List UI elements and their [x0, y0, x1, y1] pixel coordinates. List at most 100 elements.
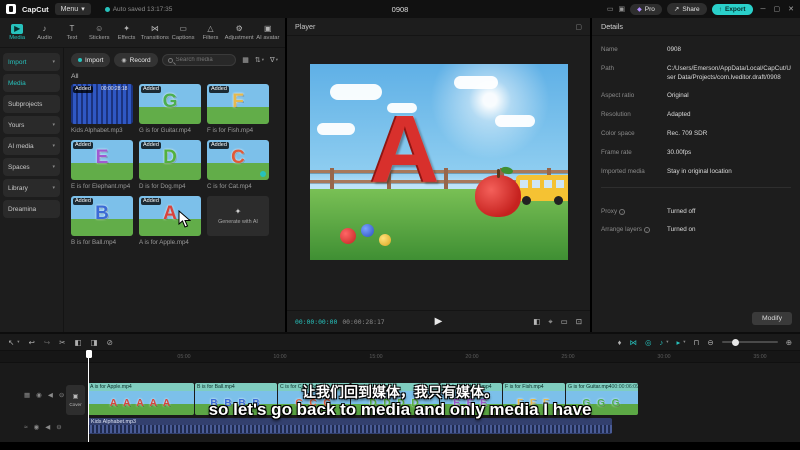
- import-dot-icon: [78, 58, 82, 62]
- cloud: [453, 75, 498, 89]
- tab-audio[interactable]: ♪ Audio: [31, 24, 57, 41]
- hide-track-icon[interactable]: ◉: [34, 423, 40, 431]
- media-item-kids-alphabet[interactable]: Added 00:00:28:18 Kids Alphabet.mp3: [71, 84, 133, 134]
- media-item-f-fish[interactable]: Added F F is for Fish.mp4: [207, 84, 269, 134]
- media-item-b-ball[interactable]: Added B B is for Ball.mp4: [71, 196, 133, 246]
- trim-left-icon[interactable]: ◧: [74, 338, 81, 347]
- search-input[interactable]: [175, 57, 231, 63]
- zoom-in-icon[interactable]: ⊕: [786, 338, 792, 347]
- video-options-icon[interactable]: ▸: [677, 338, 681, 347]
- info-icon[interactable]: i: [619, 208, 626, 215]
- video-preview[interactable]: A: [309, 64, 568, 261]
- tab-captions[interactable]: ▭ Captions: [170, 24, 196, 41]
- mute-track-icon[interactable]: ◀: [45, 423, 50, 431]
- tab-text[interactable]: T Text: [59, 24, 85, 41]
- chevron-down-icon[interactable]: ▾: [683, 339, 685, 345]
- preview-axis-icon[interactable]: ⋈: [629, 338, 637, 347]
- link-clips-icon[interactable]: ◎: [645, 338, 652, 347]
- sort-icon[interactable]: ⇅ ▾: [255, 56, 264, 64]
- undo-icon[interactable]: ↩: [29, 338, 35, 347]
- zoom-out-icon[interactable]: ⊖: [707, 338, 713, 347]
- record-icon: ◉: [121, 57, 127, 64]
- tab-media[interactable]: ▶ Media: [4, 24, 30, 41]
- minimize-button[interactable]: ─: [761, 6, 766, 13]
- autosave-text: Auto saved 13:17:35: [112, 5, 173, 13]
- cloud: [495, 114, 536, 127]
- import-button[interactable]: Import: [71, 53, 111, 67]
- record-button[interactable]: ◉ Record: [114, 53, 158, 67]
- share-icon: ↗: [673, 6, 680, 13]
- voiceover-mic-icon[interactable]: ♦: [618, 338, 622, 347]
- collapse-track-icon[interactable]: ⊖: [56, 423, 61, 431]
- video-thumbnail: Added F: [207, 84, 269, 124]
- redo-icon[interactable]: ↪: [44, 338, 50, 347]
- waveform-icon[interactable]: ≈: [24, 424, 28, 431]
- timeline-zoom-slider[interactable]: [721, 338, 778, 346]
- tracking-icon[interactable]: ⌖: [548, 317, 552, 327]
- media-item-d-dog[interactable]: Added D D is for Dog.mp4: [139, 140, 201, 190]
- delete-icon[interactable]: ⊘: [107, 338, 113, 347]
- tab-adjustment[interactable]: ⚙ Adjustment: [225, 24, 254, 41]
- panel-layout-icon[interactable]: ▣: [619, 5, 626, 13]
- sidebar-item-yours[interactable]: Yours ▾: [3, 116, 60, 134]
- added-badge: Added: [73, 86, 93, 93]
- filter-icon[interactable]: ∇ ▾: [270, 56, 278, 64]
- search-icon: [167, 57, 173, 63]
- search-box[interactable]: [161, 54, 237, 66]
- select-tool-icon[interactable]: ↖: [8, 338, 14, 347]
- chevron-down-icon[interactable]: ▾: [17, 339, 19, 345]
- ratio-icon[interactable]: ▭: [561, 317, 568, 327]
- detach-player-icon[interactable]: ▢: [575, 23, 582, 31]
- export-button[interactable]: ↑ Export: [711, 3, 753, 15]
- play-button[interactable]: ▶: [435, 316, 443, 327]
- menu-button[interactable]: Menu ▾: [54, 3, 91, 15]
- grid-view-icon[interactable]: ▦: [242, 56, 249, 64]
- pro-label: Pro: [644, 5, 655, 13]
- close-button[interactable]: ✕: [788, 5, 794, 13]
- section-label-all[interactable]: All: [71, 73, 278, 80]
- fullscreen-icon[interactable]: ⊡: [576, 317, 582, 327]
- trim-right-icon[interactable]: ◨: [91, 338, 98, 347]
- added-badge: Added: [141, 142, 161, 149]
- current-time: 00:00:00:00: [295, 317, 338, 326]
- pro-button[interactable]: ◆ Pro: [630, 3, 662, 15]
- generate-with-ai-tile[interactable]: ✦ Generate with AI: [207, 196, 269, 246]
- ai-avatar-icon: ▣: [264, 24, 272, 33]
- media-item-c-cat[interactable]: Added C C is for Cat.mp4: [207, 140, 269, 190]
- tab-filters[interactable]: △ Filters: [197, 24, 223, 41]
- titlebar: CapCut Menu ▾ Auto saved 13:17:35 0908 ▭…: [0, 0, 800, 18]
- maximize-button[interactable]: ▢: [774, 5, 781, 13]
- tab-transitions[interactable]: ⋈ Transitions: [141, 24, 169, 41]
- sidebar-item-spaces[interactable]: Spaces ▾: [3, 158, 60, 176]
- tab-stickers[interactable]: ☺ Stickers: [86, 24, 112, 41]
- subtitle-chinese: 让我们回到媒体，我只有媒体。: [302, 384, 498, 400]
- media-item-a-apple[interactable]: Added A A is for Apple.mp4: [139, 196, 201, 246]
- audio-clip-kids-alphabet[interactable]: Kids Alphabet.mp3: [88, 418, 612, 434]
- split-icon[interactable]: ✂: [59, 338, 65, 347]
- modify-button[interactable]: Modify: [751, 312, 792, 325]
- chevron-down-icon: ▾: [52, 59, 55, 65]
- timeline-ruler[interactable]: 05:00 10:00 15:00 20:00 25:00 30:00 35:0…: [0, 350, 800, 363]
- video-thumbnail: Added G: [139, 84, 201, 124]
- sidebar-item-subprojects[interactable]: Subprojects: [3, 95, 60, 113]
- sidebar-item-dreamina[interactable]: Dreamina: [3, 200, 60, 218]
- sidebar-item-media[interactable]: Media: [3, 74, 60, 92]
- audio-options-icon[interactable]: ♪: [660, 338, 664, 347]
- media-item-e-elephant[interactable]: Added E E is for Elephant.mp4: [71, 140, 133, 190]
- share-button[interactable]: ↗ Share: [666, 3, 707, 15]
- media-item-g-guitar[interactable]: Added G G is for Guitar.mp4: [139, 84, 201, 134]
- sidebar-item-library[interactable]: Library ▾: [3, 179, 60, 197]
- chevron-down-icon[interactable]: ▾: [666, 339, 668, 345]
- letter-a-3d: A: [370, 96, 440, 204]
- autosave-status: Auto saved 13:17:35: [104, 5, 173, 13]
- sidebar-item-import[interactable]: Import ▾: [3, 53, 60, 71]
- mirror-preview-icon[interactable]: ◧: [533, 317, 540, 327]
- detail-row-proxy: Proxy i Turned off: [601, 207, 696, 215]
- layout-toggle-icon[interactable]: ▭: [607, 5, 614, 13]
- tab-ai-avatar[interactable]: ▣ AI avatar: [255, 24, 281, 41]
- added-badge: Added: [209, 142, 229, 149]
- tab-effects[interactable]: ✦ Effects: [113, 24, 139, 41]
- info-icon[interactable]: i: [643, 227, 650, 234]
- sidebar-item-ai-media[interactable]: AI media ▾: [3, 137, 60, 155]
- snapping-icon[interactable]: ⊓: [694, 338, 700, 347]
